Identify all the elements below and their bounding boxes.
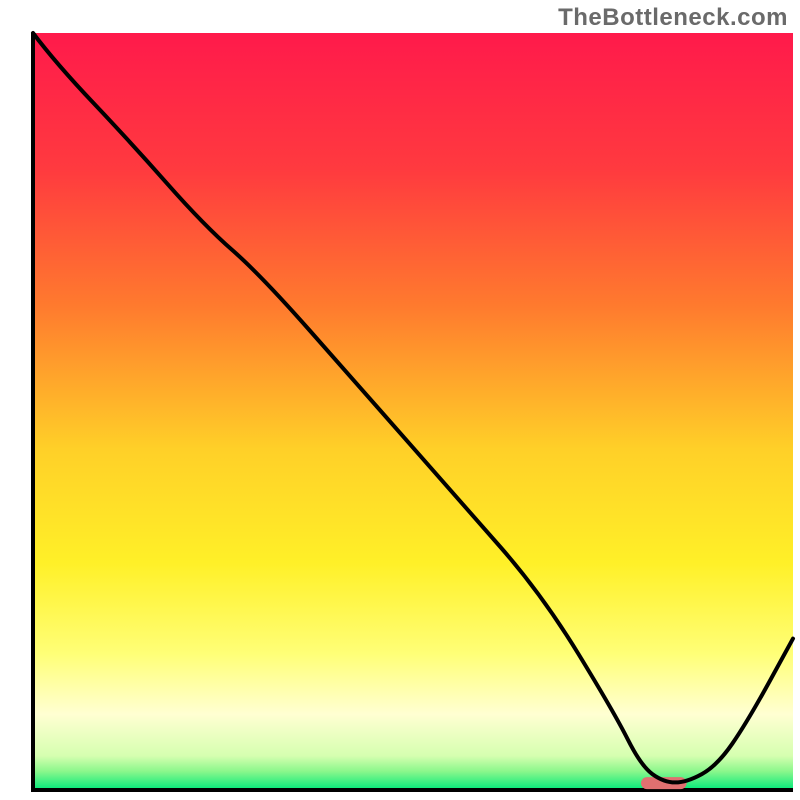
chart-canvas: TheBottleneck.com: [0, 0, 800, 800]
chart-svg: [0, 0, 800, 800]
watermark-text: TheBottleneck.com: [558, 4, 788, 32]
plot-background: [33, 33, 793, 790]
